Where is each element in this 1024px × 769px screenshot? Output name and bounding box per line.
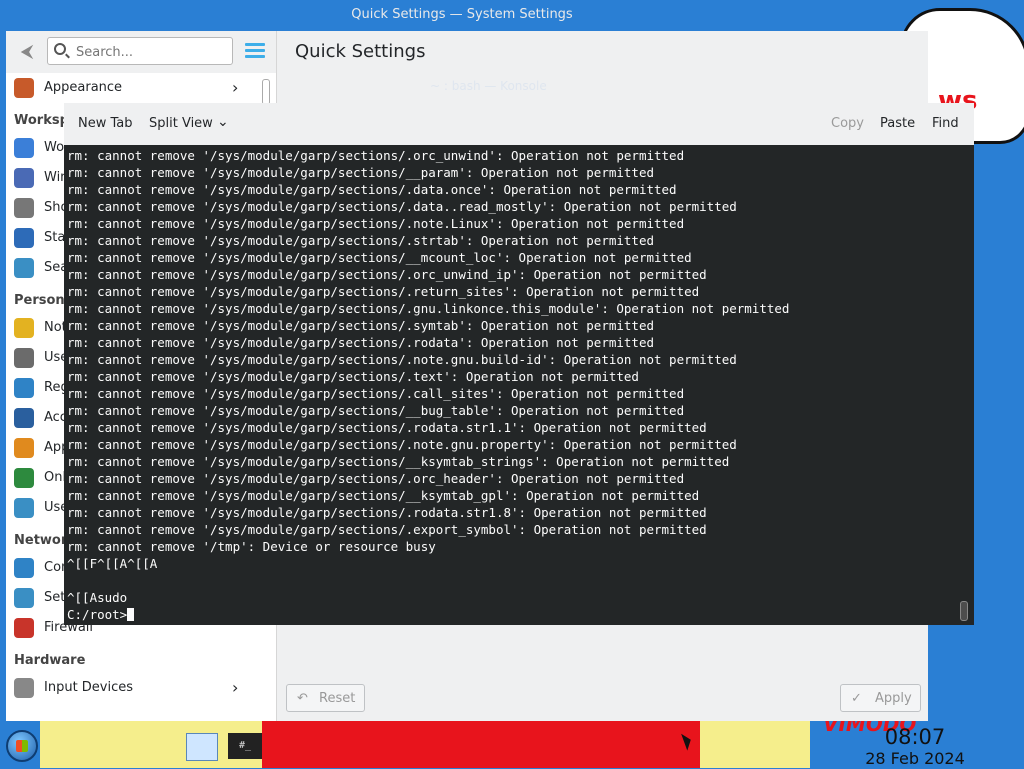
terminal-line: rm: cannot remove '/sys/module/garp/sect… — [67, 471, 685, 486]
paste-button[interactable]: Paste — [880, 116, 915, 131]
sidebar-item[interactable]: Input Devices › — [6, 673, 262, 703]
terminal-line: rm: cannot remove '/sys/module/garp/sect… — [67, 267, 707, 282]
terminal-line: rm: cannot remove '/sys/module/garp/sect… — [67, 437, 737, 452]
keyboard-icon — [14, 198, 34, 218]
accessibility-icon — [14, 408, 34, 428]
terminal-line: ^[[F^[[A^[[A — [67, 556, 158, 571]
mouse-icon — [14, 678, 34, 698]
chevron-right-icon: › — [232, 78, 239, 97]
globe-icon — [14, 378, 34, 398]
sidebar-scrollbar[interactable] — [262, 79, 270, 105]
reset-label: Reset — [319, 691, 356, 706]
terminal-line: rm: cannot remove '/sys/module/garp/sect… — [67, 318, 654, 333]
terminal-line: rm: cannot remove '/sys/module/garp/sect… — [67, 250, 692, 265]
appearance-icon — [14, 78, 34, 98]
terminal-line: rm: cannot remove '/sys/module/garp/sect… — [67, 386, 685, 401]
konsole-toolbar: New Tab Split View ⌄ Copy Paste Find — [64, 103, 974, 145]
terminal-text: rm: cannot remove '/sys/module/garp/sect… — [67, 147, 789, 623]
workspace-icon — [14, 138, 34, 158]
terminal-line: rm: cannot remove '/sys/module/garp/sect… — [67, 352, 737, 367]
split-view-button[interactable]: Split View — [149, 116, 213, 131]
search-box[interactable] — [47, 37, 233, 65]
terminal-line: rm: cannot remove '/sys/module/garp/sect… — [67, 505, 707, 520]
window-title: Quick Settings — System Settings — [351, 7, 573, 22]
search-input[interactable] — [74, 41, 228, 63]
konsole-window-title: ~ : bash — Konsole — [430, 79, 547, 93]
network-settings-icon — [14, 588, 34, 608]
terminal-line: rm: cannot remove '/sys/module/garp/sect… — [67, 335, 654, 350]
terminal-line: rm: cannot remove '/sys/module/garp/sect… — [67, 233, 654, 248]
page-title: Quick Settings — [295, 41, 426, 62]
reset-button[interactable]: ↶ Reset — [286, 684, 365, 712]
sidebar-header: ⮜ — [6, 31, 276, 73]
terminal-line: rm: cannot remove '/sys/module/garp/sect… — [67, 522, 707, 537]
back-arrow-icon[interactable]: ⮜ — [16, 41, 38, 63]
search-icon — [14, 258, 34, 278]
terminal-line: rm: cannot remove '/sys/module/garp/sect… — [67, 488, 700, 503]
terminal-line: rm: cannot remove '/sys/module/garp/sect… — [67, 454, 730, 469]
apply-label: Apply — [875, 691, 912, 706]
start-menu-button[interactable] — [6, 730, 38, 762]
terminal-line: rm: cannot remove '/sys/module/garp/sect… — [67, 420, 707, 435]
terminal-line: rm: cannot remove '/tmp': Device or reso… — [67, 539, 436, 554]
search-icon — [54, 43, 66, 55]
terminal-line: rm: cannot remove '/sys/module/garp/sect… — [67, 216, 685, 231]
terminal-line: rm: cannot remove '/sys/module/garp/sect… — [67, 301, 790, 316]
terminal-line: rm: cannot remove '/sys/module/garp/sect… — [67, 148, 685, 163]
online-icon — [14, 468, 34, 488]
terminal-line: rm: cannot remove '/sys/module/garp/sect… — [67, 182, 677, 197]
hamburger-menu-icon[interactable] — [245, 43, 265, 61]
feedback-icon — [14, 498, 34, 518]
terminal-line: rm: cannot remove '/sys/module/garp/sect… — [67, 403, 685, 418]
sidebar-section-heading: Hardware — [14, 653, 86, 668]
chevron-down-icon[interactable]: ⌄ — [217, 114, 229, 130]
new-tab-button[interactable]: New Tab — [78, 116, 133, 131]
terminal-line: rm: cannot remove '/sys/module/garp/sect… — [67, 199, 737, 214]
terminal-line: rm: cannot remove '/sys/module/garp/sect… — [67, 165, 654, 180]
terminal-line: rm: cannot remove '/sys/module/garp/sect… — [67, 284, 700, 299]
checkmark-icon: ✓ — [851, 691, 862, 706]
taskbar-terminal-icon[interactable]: #_ — [228, 733, 262, 759]
terminal-prompt: C:/root> — [67, 607, 128, 622]
firewall-icon — [14, 618, 34, 638]
user-icon — [14, 348, 34, 368]
window-icon — [14, 168, 34, 188]
chevron-right-icon: › — [232, 678, 239, 697]
find-button[interactable]: Find — [932, 116, 959, 131]
apply-button[interactable]: ✓ Apply — [840, 684, 921, 712]
terminal-scrollbar[interactable] — [960, 601, 968, 621]
network-icon — [14, 558, 34, 578]
clock-date: 28 Feb 2024 — [865, 749, 965, 768]
terminal-output[interactable]: rm: cannot remove '/sys/module/garp/sect… — [64, 145, 974, 625]
startup-icon — [14, 228, 34, 248]
apps-icon — [14, 438, 34, 458]
reset-icon: ↶ — [297, 691, 308, 706]
bell-icon — [14, 318, 34, 338]
clock-time: 08:07 — [884, 725, 946, 749]
sidebar-item-label: Appearance — [44, 80, 123, 95]
konsole-window: New Tab Split View ⌄ Copy Paste Find rm:… — [64, 103, 974, 625]
copy-button[interactable]: Copy — [831, 116, 864, 131]
taskbar-system-settings-icon[interactable] — [186, 733, 218, 761]
sidebar-item[interactable]: Appearance › — [6, 73, 262, 103]
terminal-line: rm: cannot remove '/sys/module/garp/sect… — [67, 369, 639, 384]
sidebar-item-label: Input Devices — [44, 680, 134, 695]
terminal-line: ^[[Asudo — [67, 590, 128, 605]
terminal-cursor — [127, 608, 135, 621]
taskbar-clock[interactable]: 08:07 28 Feb 2024 — [860, 725, 970, 769]
